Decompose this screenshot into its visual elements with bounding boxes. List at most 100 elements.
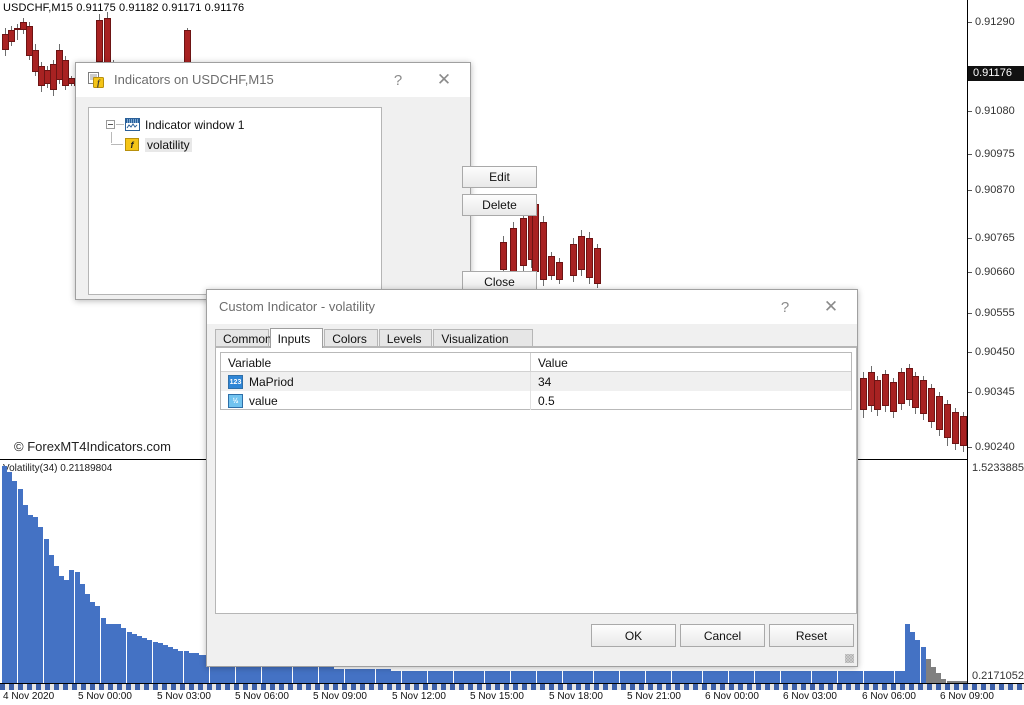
custom-indicator-close-button[interactable]: ✕ (811, 290, 851, 324)
price-tick: 0.90870 (975, 184, 1015, 196)
double-type-icon: ½ (228, 394, 243, 408)
time-tick: 6 Nov 00:00 (705, 691, 759, 702)
inputs-row-value[interactable]: ½ value 0.5 (221, 391, 851, 410)
inputs-grid[interactable]: Variable Value 123 MaPriod 34 ½ value 0.… (220, 352, 852, 410)
tree-connector (116, 124, 124, 125)
custom-indicator-titlebar[interactable]: Custom Indicator - volatility ? ✕ (207, 290, 857, 324)
indicator-label: Volatility(34) 0.21189804 (3, 463, 112, 474)
candlestick (540, 216, 548, 286)
candle-body (540, 222, 547, 280)
candlestick (944, 400, 952, 446)
candlestick (586, 232, 594, 284)
time-tick: 5 Nov 03:00 (157, 691, 211, 702)
candle-body (860, 378, 867, 410)
candlestick (570, 238, 578, 282)
candlestick (890, 378, 898, 418)
candle-body (104, 18, 111, 66)
candlestick (928, 384, 936, 428)
variable-value[interactable]: 34 (531, 372, 851, 391)
chart-scroll-strip[interactable] (0, 684, 1024, 690)
candlestick (882, 370, 890, 412)
chart-quote-line: USDCHF,M15 0.91175 0.91182 0.91171 0.911… (3, 2, 244, 14)
candle-body (96, 20, 103, 62)
candlestick (500, 236, 508, 276)
candle-body (570, 244, 577, 276)
time-tick: 6 Nov 03:00 (783, 691, 837, 702)
candlestick (936, 392, 944, 436)
indicator-axis-min: 0.2171052 (972, 670, 1024, 682)
custom-indicator-help-button[interactable]: ? (765, 290, 805, 324)
indicators-help-button[interactable]: ? (378, 63, 418, 97)
time-tick: 6 Nov 09:00 (940, 691, 994, 702)
price-tick: 0.91290 (975, 16, 1015, 28)
edit-button[interactable]: Edit (462, 166, 537, 188)
candlestick (920, 376, 928, 420)
candlestick (952, 408, 960, 450)
int-type-icon: 123 (228, 375, 243, 389)
inputs-panel[interactable]: Variable Value 123 MaPriod 34 ½ value 0.… (215, 347, 857, 614)
tab-common[interactable]: Common (215, 329, 269, 347)
price-tick: 0.90765 (975, 232, 1015, 244)
indicator-tree-list[interactable]: Indicator window 1 f volatility (88, 107, 382, 295)
indicators-dialog[interactable]: f Indicators on USDCHF,M15 ? ✕ Indicator… (75, 62, 471, 300)
candle-wick (17, 24, 18, 40)
tab-colors[interactable]: Colors (324, 329, 378, 347)
time-tick: 6 Nov 06:00 (862, 691, 916, 702)
delete-button[interactable]: Delete (462, 194, 537, 216)
tree-connector-h (111, 144, 123, 145)
candle-body (594, 248, 601, 284)
column-header-variable: Variable (221, 353, 531, 371)
inputs-grid-header: Variable Value (221, 353, 851, 372)
candle-body (520, 218, 527, 266)
watermark-label: © ForexMT4Indicators.com (10, 438, 175, 455)
cancel-button[interactable]: Cancel (680, 624, 765, 647)
indicators-dialog-title: Indicators on USDCHF,M15 (114, 72, 274, 87)
indicator-window-icon (125, 118, 140, 131)
tab-levels[interactable]: Levels (379, 329, 433, 347)
indicator-axis: 1.5233885 0.2171052 (967, 461, 1024, 683)
candlestick (912, 372, 920, 414)
reset-button[interactable]: Reset (769, 624, 854, 647)
candle-body (556, 262, 563, 280)
price-tick: 0.90555 (975, 307, 1015, 319)
candle-body (912, 376, 919, 408)
candle-body (890, 382, 897, 412)
variable-name: MaPriod (249, 375, 294, 389)
price-tick: 0.90975 (975, 148, 1015, 160)
tree-item-indicator-window[interactable]: Indicator window 1 (89, 116, 381, 134)
price-tick: 0.91080 (975, 105, 1015, 117)
candlestick (860, 372, 868, 418)
tree-connector-v (111, 132, 112, 143)
candlestick (548, 252, 556, 280)
time-tick: 4 Nov 2020 (3, 691, 54, 702)
candle-body (586, 238, 593, 278)
candle-body (578, 236, 585, 270)
variable-value[interactable]: 0.5 (531, 391, 851, 410)
tree-item-label: volatility (145, 138, 192, 152)
time-axis[interactable]: 4 Nov 20205 Nov 00:005 Nov 03:005 Nov 06… (0, 683, 1024, 705)
function-icon: f (125, 138, 139, 151)
inputs-row-maperiod[interactable]: 123 MaPriod 34 (221, 372, 851, 391)
tree-item-volatility[interactable]: f volatility (89, 136, 381, 154)
tab-inputs[interactable]: Inputs (270, 328, 324, 348)
tab-visualization[interactable]: Visualization (433, 329, 533, 347)
tree-expander-icon[interactable] (106, 120, 115, 129)
candlestick (594, 244, 602, 288)
indicators-close-button[interactable]: ✕ (424, 63, 464, 97)
indicators-window-icon: f (88, 72, 104, 88)
resize-grip[interactable] (845, 654, 854, 663)
price-tick: 0.90660 (975, 266, 1015, 278)
candlestick (874, 376, 882, 416)
indicators-dialog-titlebar[interactable]: f Indicators on USDCHF,M15 ? ✕ (76, 63, 470, 97)
ok-button[interactable]: OK (591, 624, 676, 647)
time-tick: 5 Nov 00:00 (78, 691, 132, 702)
candle-body (184, 30, 191, 64)
candle-body (928, 388, 935, 422)
price-axis[interactable]: 0.91290 0.91080 0.90975 0.90870 0.90765 0.906… (967, 0, 1024, 461)
candlestick (898, 368, 906, 410)
column-header-value: Value (531, 353, 851, 371)
custom-indicator-dialog[interactable]: Custom Indicator - volatility ? ✕ Common… (206, 289, 858, 667)
candle-body (882, 374, 889, 406)
candle-body (952, 412, 959, 444)
mt4-screen: USDCHF,M15 0.91175 0.91182 0.91171 0.911… (0, 0, 1024, 705)
